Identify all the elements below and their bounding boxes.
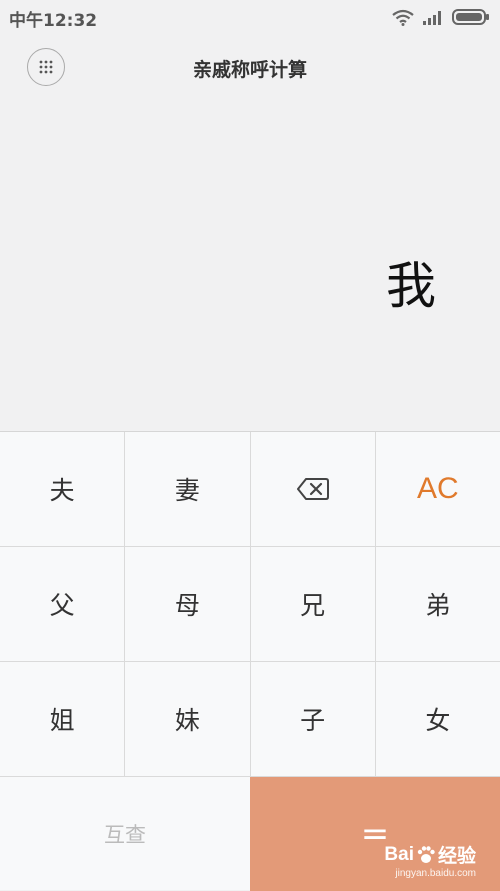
- key-son[interactable]: 子: [251, 662, 376, 776]
- battery-icon: [452, 9, 489, 25]
- page-title: 亲戚称呼计算: [192, 59, 307, 81]
- key-mother[interactable]: 母: [125, 547, 251, 661]
- key-father[interactable]: 父: [0, 547, 126, 661]
- key-wife[interactable]: 妻: [125, 432, 251, 546]
- app-header: 亲戚称呼计算: [0, 34, 500, 100]
- key-husband[interactable]: 夫: [0, 432, 126, 546]
- keypad-row-3: 姐 妹 子 女: [0, 662, 500, 777]
- keypad-row-2: 父 母 兄 弟: [0, 547, 500, 662]
- key-elder-brother[interactable]: 兄: [251, 547, 376, 661]
- key-elder-sister[interactable]: 姐: [0, 662, 126, 776]
- watermark-brand-left: Bai: [384, 843, 414, 865]
- status-bar: 中午12:32: [0, 0, 500, 34]
- key-daughter[interactable]: 女: [376, 662, 500, 776]
- signal-icon: [423, 11, 441, 25]
- result-text: 我: [386, 257, 436, 315]
- status-icons: [392, 8, 490, 26]
- watermark-url: jingyan.baidu.com: [395, 868, 476, 879]
- keypad-row-4: 互查 = Bai 经验 jingyan.baidu.com: [0, 777, 500, 891]
- equals-button[interactable]: = Bai 经验 jingyan.baidu.com: [250, 777, 500, 891]
- paw-icon: [417, 845, 435, 863]
- baidu-jingyan-watermark: Bai 经验 jingyan.baidu.com: [384, 841, 476, 880]
- keypad: 夫 妻 AC 父 母 兄 弟 姐 妹 子 女 互查 = Bai 经验 jingy…: [0, 431, 500, 891]
- mutual-check-button[interactable]: 互查: [0, 777, 250, 891]
- keypad-row-1: 夫 妻 AC: [0, 432, 500, 547]
- result-display: 我: [0, 100, 500, 431]
- clear-all-button[interactable]: AC: [376, 432, 500, 546]
- key-younger-brother[interactable]: 弟: [376, 547, 500, 661]
- watermark-brand-right: 经验: [437, 846, 476, 867]
- backspace-icon: [296, 478, 329, 500]
- wifi-icon: [392, 9, 414, 26]
- status-time: 中午12:32: [9, 11, 98, 31]
- key-younger-sister[interactable]: 妹: [125, 662, 251, 776]
- backspace-button[interactable]: [251, 432, 376, 546]
